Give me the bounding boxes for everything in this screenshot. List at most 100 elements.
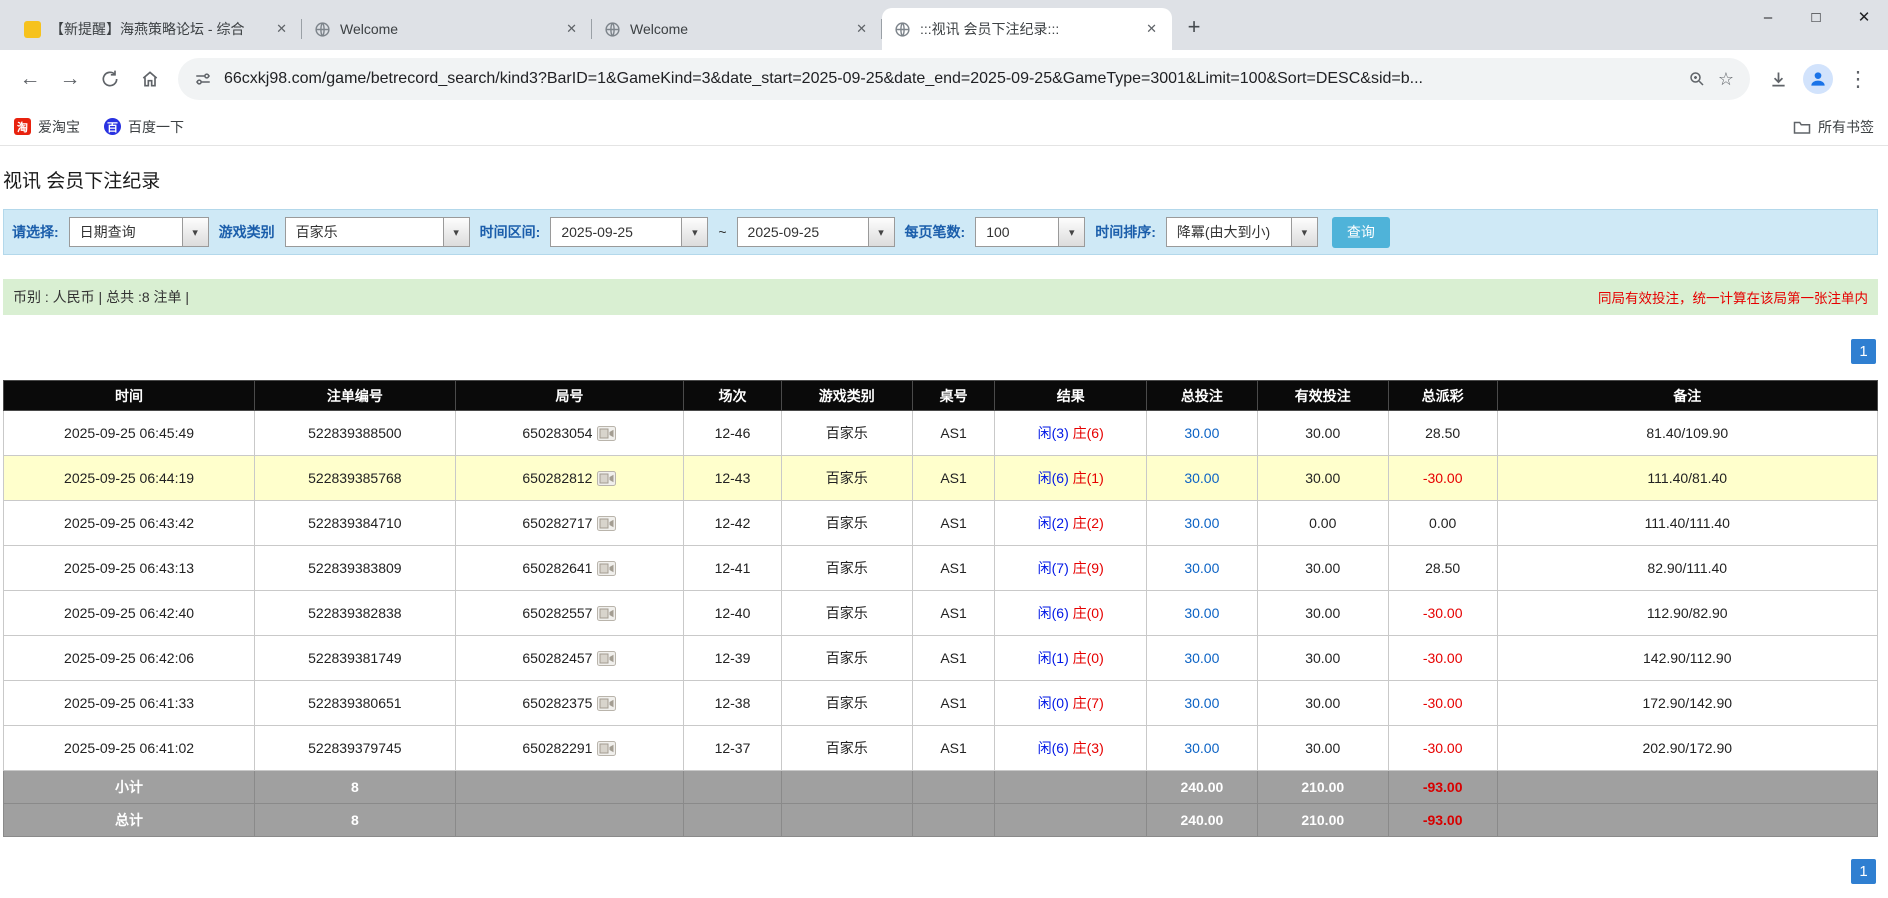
- menu-button[interactable]: ⋮: [1840, 61, 1876, 97]
- cell-session: 12-40: [684, 591, 781, 636]
- site-settings-icon[interactable]: [194, 70, 212, 88]
- result-player: 闲(3): [1038, 425, 1069, 441]
- browser-tab[interactable]: Welcome✕: [302, 8, 592, 50]
- cell-result: 闲(1) 庄(0): [995, 636, 1147, 681]
- search-button[interactable]: 查询: [1332, 217, 1390, 248]
- sort-select[interactable]: 降冪(由大到小) ▾: [1166, 217, 1318, 247]
- cell-payout: -30.00: [1388, 726, 1497, 771]
- cell-time: 2025-09-25 06:42:06: [4, 636, 255, 681]
- cell-session: 12-46: [684, 411, 781, 456]
- cell-valid-bet: 30.00: [1257, 681, 1388, 726]
- cell-game-type: 百家乐: [781, 456, 912, 501]
- bookmark-label: 百度一下: [128, 117, 184, 137]
- forward-button[interactable]: →: [52, 61, 88, 97]
- date-start-select[interactable]: 2025-09-25 ▾: [550, 217, 708, 247]
- query-type-select[interactable]: 日期查询 ▾: [69, 217, 209, 247]
- video-icon[interactable]: [597, 651, 616, 666]
- bookmark-label: 爱淘宝: [38, 117, 80, 137]
- cell-payout: 28.50: [1388, 546, 1497, 591]
- cell-payout: -30.00: [1388, 591, 1497, 636]
- cell-count: 8: [255, 804, 456, 837]
- total-bet-link[interactable]: 30.00: [1184, 425, 1219, 441]
- cell-table-no: AS1: [912, 546, 994, 591]
- cell-result: 闲(2) 庄(2): [995, 501, 1147, 546]
- tab-close-icon[interactable]: ✕: [563, 20, 580, 38]
- date-end-select[interactable]: 2025-09-25 ▾: [737, 217, 895, 247]
- cell-total-bet: 30.00: [1147, 411, 1258, 456]
- bookmark-baidu[interactable]: 百 百度一下: [104, 117, 184, 137]
- total-bet-link[interactable]: 30.00: [1184, 605, 1219, 621]
- cell-time: 2025-09-25 06:45:49: [4, 411, 255, 456]
- minimize-button[interactable]: –: [1744, 0, 1792, 34]
- address-bar[interactable]: 66cxkj98.com/game/betrecord_search/kind3…: [178, 58, 1750, 100]
- chevron-down-icon[interactable]: ▾: [868, 218, 894, 246]
- page-number-button[interactable]: 1: [1851, 339, 1876, 364]
- bookmarks-bar: 淘 爱淘宝 百 百度一下 所有书签: [0, 108, 1888, 146]
- table-row: 2025-09-25 06:43:13522839383809650282641…: [4, 546, 1878, 591]
- total-bet-link[interactable]: 30.00: [1184, 695, 1219, 711]
- zoom-icon[interactable]: [1688, 70, 1706, 88]
- video-icon[interactable]: [597, 606, 616, 621]
- bookmark-taobao[interactable]: 淘 爱淘宝: [14, 117, 80, 137]
- cell-session: 12-39: [684, 636, 781, 681]
- cell-note: 111.40/81.40: [1497, 456, 1877, 501]
- total-bet-link[interactable]: 30.00: [1184, 650, 1219, 666]
- chevron-down-icon[interactable]: ▾: [443, 218, 469, 246]
- browser-tab[interactable]: :::视讯 会员下注纪录:::✕: [882, 8, 1172, 50]
- all-bookmarks-button[interactable]: 所有书签: [1793, 117, 1874, 137]
- video-icon[interactable]: [597, 696, 616, 711]
- chevron-down-icon[interactable]: ▾: [182, 218, 208, 246]
- total-bet-link[interactable]: 30.00: [1184, 515, 1219, 531]
- cell-table-no: AS1: [912, 456, 994, 501]
- video-icon[interactable]: [597, 426, 616, 441]
- total-bet-link[interactable]: 30.00: [1184, 470, 1219, 486]
- forum-icon: [24, 21, 41, 38]
- url-text[interactable]: 66cxkj98.com/game/betrecord_search/kind3…: [224, 70, 1676, 88]
- tabs: 【新提醒】海燕策略论坛 - 综合✕Welcome✕Welcome✕:::视讯 会…: [12, 0, 1172, 50]
- tab-close-icon[interactable]: ✕: [1143, 20, 1160, 38]
- table-row: 2025-09-25 06:41:33522839380651650282375…: [4, 681, 1878, 726]
- cell-round-id: 650283054: [455, 411, 684, 456]
- browser-tab[interactable]: 【新提醒】海燕策略论坛 - 综合✕: [12, 8, 302, 50]
- game-type-select[interactable]: 百家乐 ▾: [285, 217, 470, 247]
- close-button[interactable]: ✕: [1840, 0, 1888, 34]
- table-row: 2025-09-25 06:45:49522839388500650283054…: [4, 411, 1878, 456]
- cell-round-id: 650282291: [455, 726, 684, 771]
- downloads-button[interactable]: [1760, 61, 1796, 97]
- tab-close-icon[interactable]: ✕: [853, 20, 870, 38]
- new-tab-button[interactable]: +: [1178, 11, 1210, 43]
- chevron-down-icon[interactable]: ▾: [1058, 218, 1084, 246]
- page-title: 视讯 会员下注纪录: [3, 166, 1878, 193]
- cell-result: 闲(0) 庄(7): [995, 681, 1147, 726]
- summary-left: 币别 : 人民币 | 总共 :8 注单 |: [13, 287, 189, 307]
- tab-close-icon[interactable]: ✕: [273, 20, 290, 38]
- per-page-value: 100: [976, 224, 1058, 240]
- cell-session: 12-41: [684, 546, 781, 591]
- video-icon[interactable]: [597, 471, 616, 486]
- per-page-select[interactable]: 100 ▾: [975, 217, 1085, 247]
- video-icon[interactable]: [597, 516, 616, 531]
- video-icon[interactable]: [597, 561, 616, 576]
- cell-empty: [781, 771, 912, 804]
- profile-button[interactable]: [1800, 61, 1836, 97]
- bookmark-star-icon[interactable]: ☆: [1718, 69, 1734, 90]
- chevron-down-icon[interactable]: ▾: [681, 218, 707, 246]
- back-button[interactable]: ←: [12, 61, 48, 97]
- reload-button[interactable]: [92, 61, 128, 97]
- cell-time: 2025-09-25 06:41:02: [4, 726, 255, 771]
- video-icon[interactable]: [597, 741, 616, 756]
- total-bet-link[interactable]: 30.00: [1184, 560, 1219, 576]
- page-number-button[interactable]: 1: [1851, 859, 1876, 884]
- person-icon: [1808, 69, 1828, 89]
- maximize-button[interactable]: □: [1792, 0, 1840, 34]
- home-button[interactable]: [132, 61, 168, 97]
- browser-tab[interactable]: Welcome✕: [592, 8, 882, 50]
- total-bet-link[interactable]: 30.00: [1184, 740, 1219, 756]
- pagination-top: 1: [3, 339, 1876, 364]
- chevron-down-icon[interactable]: ▾: [1291, 218, 1317, 246]
- cell-note: 172.90/142.90: [1497, 681, 1877, 726]
- cell-empty: [684, 771, 781, 804]
- cell-round-id: 650282641: [455, 546, 684, 591]
- cell-session: 12-43: [684, 456, 781, 501]
- round-id: 650282457: [522, 650, 592, 666]
